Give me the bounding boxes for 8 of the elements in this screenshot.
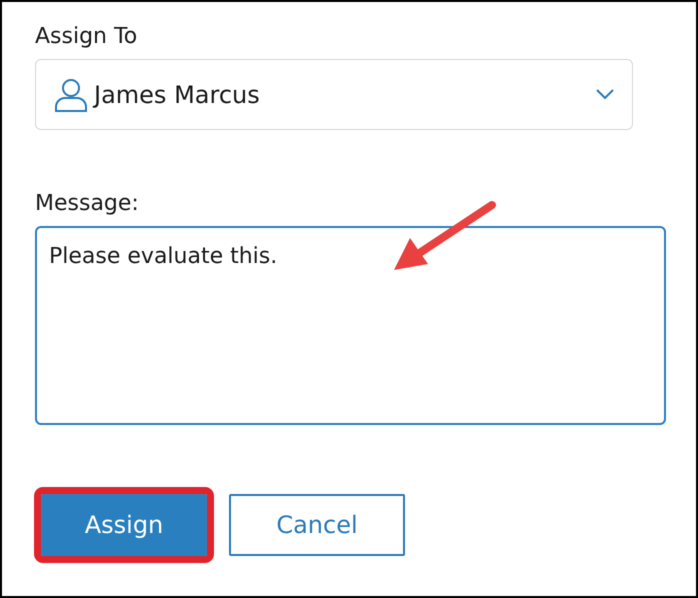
person-icon xyxy=(54,76,88,112)
assignee-dropdown[interactable]: James Marcus xyxy=(35,59,633,130)
message-field[interactable]: Please evaluate this. xyxy=(35,226,666,425)
field-label: Assign To xyxy=(35,24,138,49)
field-label: Message: xyxy=(35,191,139,216)
chevron-down-icon xyxy=(596,89,614,100)
cancel-button[interactable]: Cancel xyxy=(229,494,405,556)
assign-button[interactable]: Assign xyxy=(41,494,207,556)
